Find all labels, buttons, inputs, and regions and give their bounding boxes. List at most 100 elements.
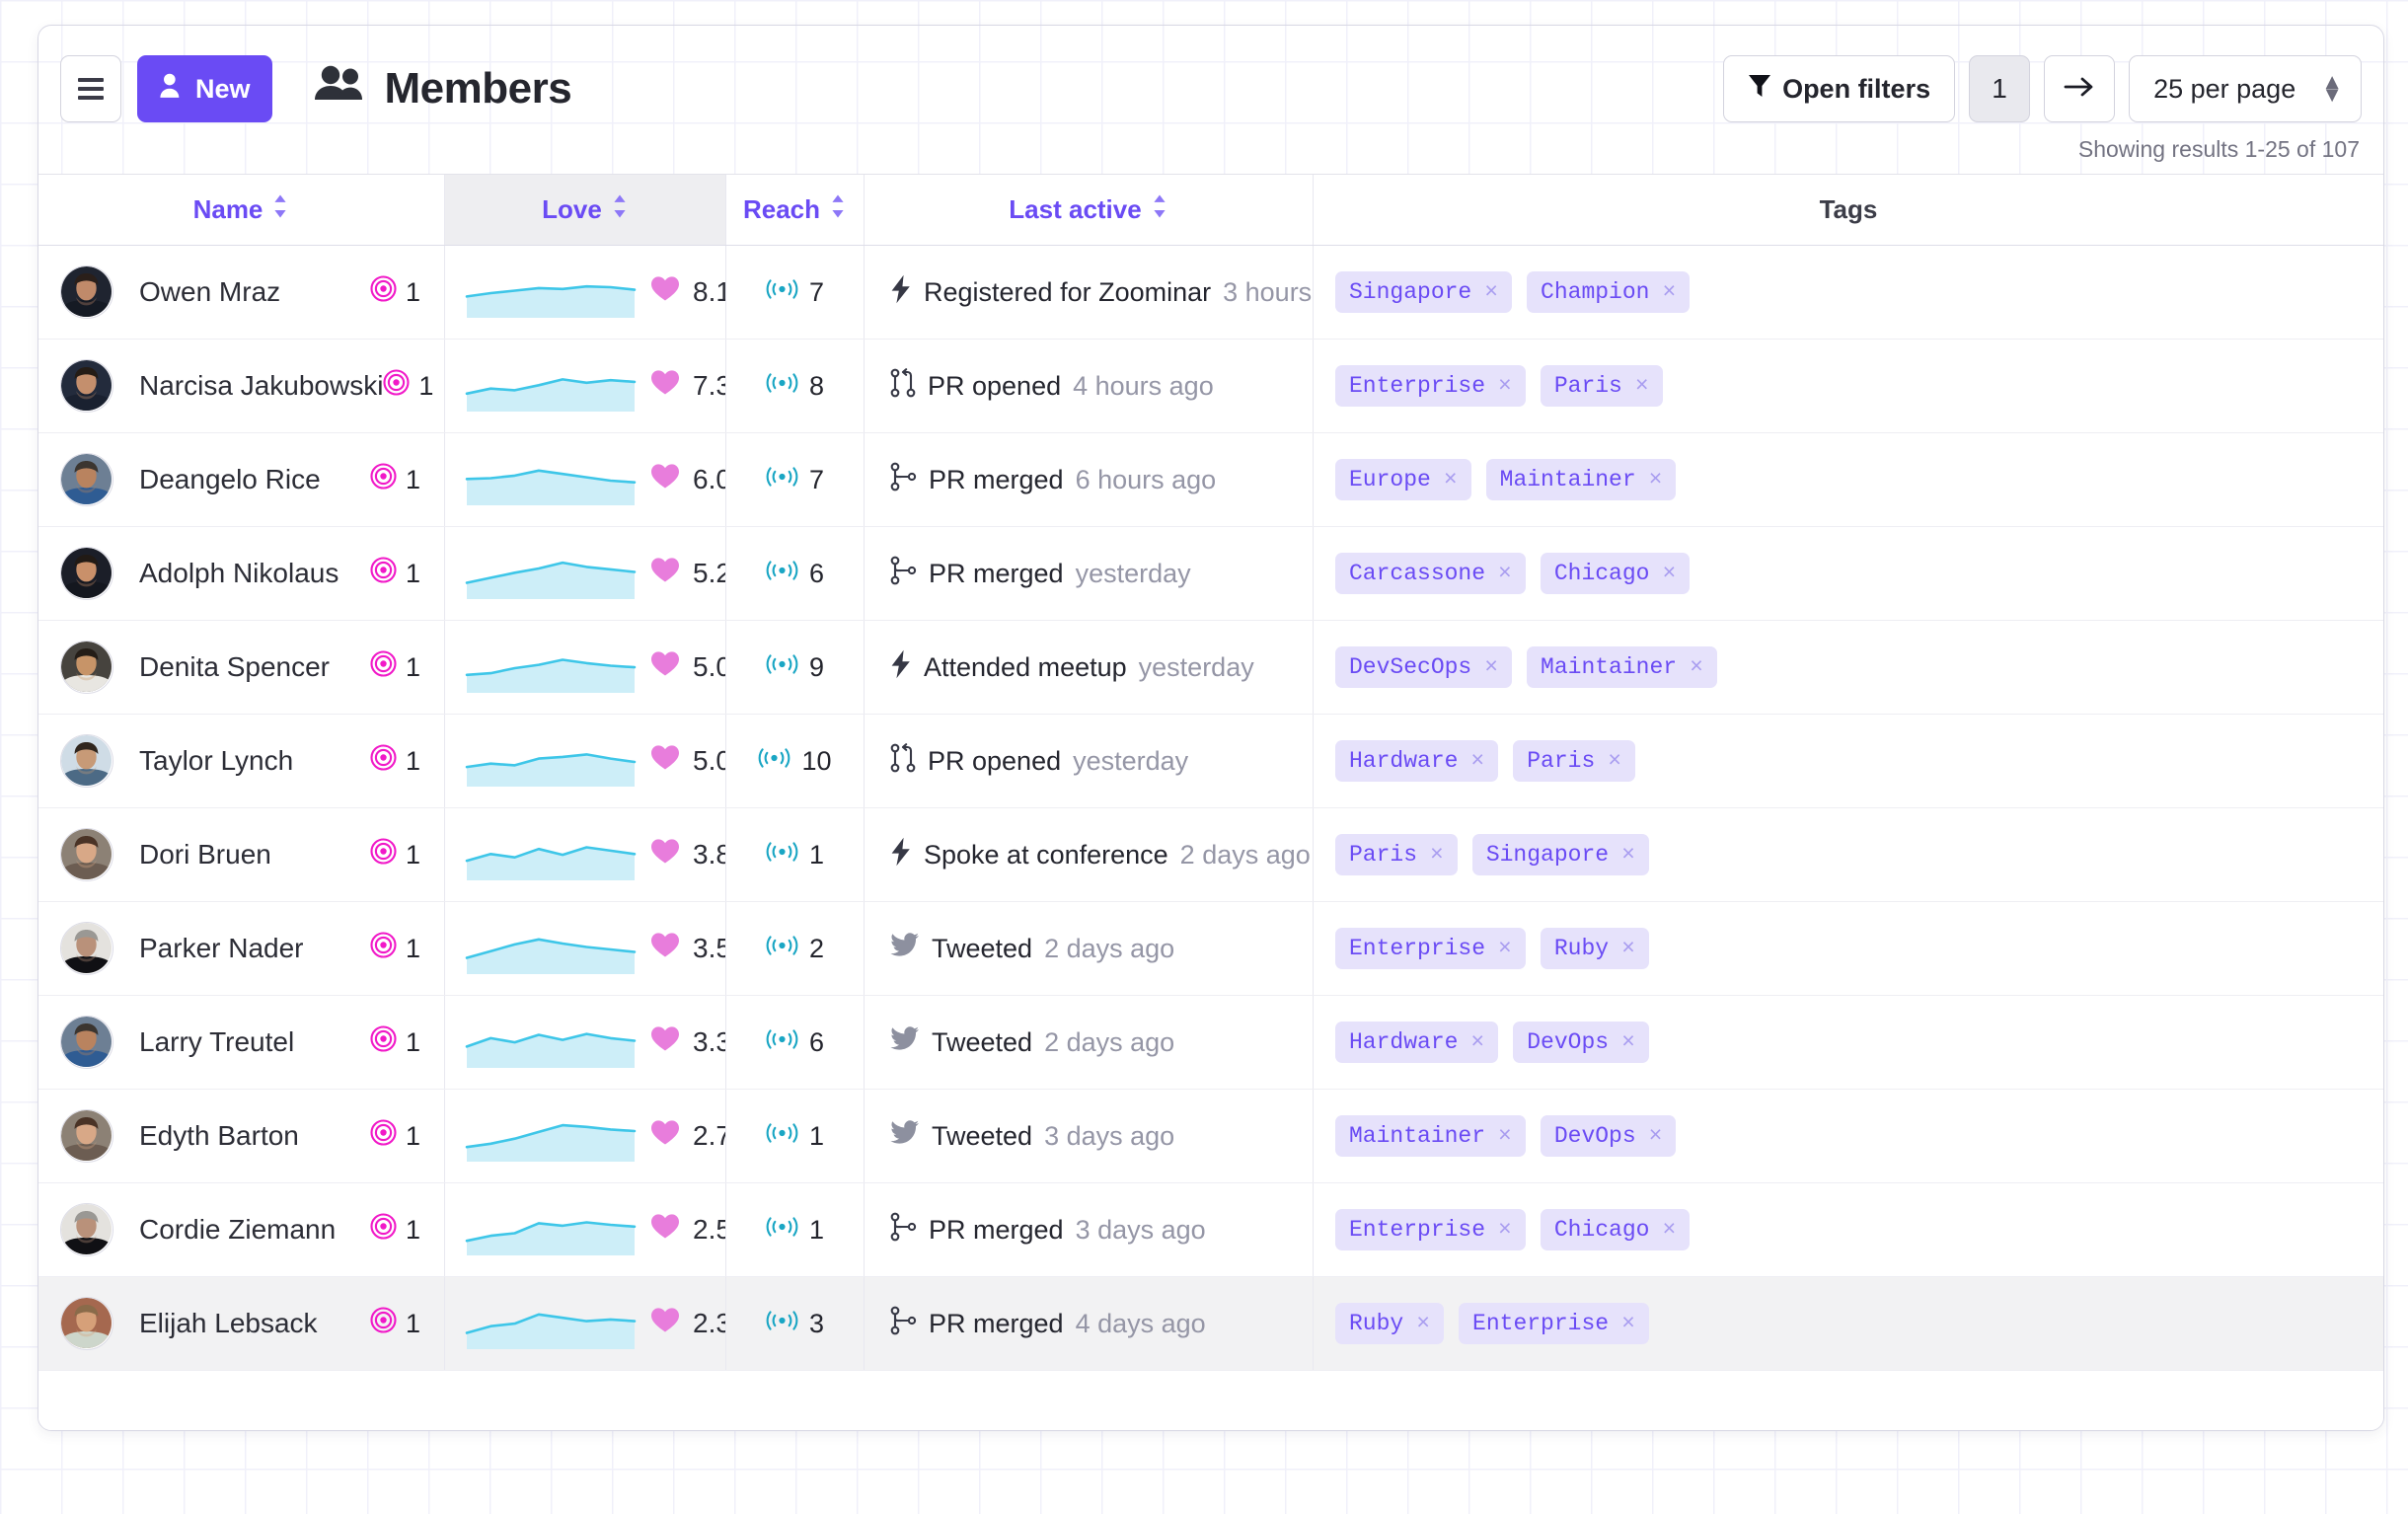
git-merge-icon bbox=[890, 462, 917, 498]
tag-remove-icon[interactable]: × bbox=[1649, 467, 1663, 492]
column-header-reach[interactable]: Reach bbox=[726, 175, 865, 245]
tag-label: Singapore bbox=[1485, 842, 1610, 868]
tag-pill[interactable]: Maintainer × bbox=[1485, 459, 1677, 500]
next-page-button[interactable] bbox=[2044, 55, 2116, 122]
tag-pill[interactable]: Maintainer × bbox=[1527, 646, 1717, 688]
tag-pill[interactable]: Ruby × bbox=[1540, 928, 1649, 969]
activity-label: Tweeted bbox=[932, 1026, 1033, 1057]
tag-remove-icon[interactable]: × bbox=[1662, 1217, 1676, 1243]
targets-count: 1 bbox=[405, 464, 420, 494]
hamburger-menu-button[interactable] bbox=[60, 55, 121, 122]
tag-pill[interactable]: Enterprise × bbox=[1335, 928, 1526, 969]
tag-remove-icon[interactable]: × bbox=[1470, 748, 1484, 774]
tag-remove-icon[interactable]: × bbox=[1498, 373, 1512, 399]
tag-remove-icon[interactable]: × bbox=[1484, 654, 1498, 680]
new-member-button[interactable]: New bbox=[137, 55, 272, 122]
love-score: 6.0 bbox=[693, 464, 725, 494]
column-header-name[interactable]: Name bbox=[38, 175, 445, 245]
targets-group: 1 bbox=[370, 932, 420, 965]
tag-remove-icon[interactable]: × bbox=[1416, 1311, 1430, 1336]
member-name: Deangelo Rice bbox=[139, 464, 321, 494]
tag-pill[interactable]: Chicago × bbox=[1540, 1209, 1691, 1250]
tag-remove-icon[interactable]: × bbox=[1621, 842, 1635, 868]
tag-remove-icon[interactable]: × bbox=[1649, 1123, 1663, 1149]
column-header-love[interactable]: Love bbox=[445, 175, 726, 245]
tag-remove-icon[interactable]: × bbox=[1635, 373, 1649, 399]
tag-pill[interactable]: Enterprise × bbox=[1335, 365, 1526, 407]
activity-time: yesterday bbox=[1075, 558, 1191, 588]
tag-pill[interactable]: Paris × bbox=[1540, 365, 1663, 407]
love-sparkline bbox=[465, 263, 637, 323]
table-row[interactable]: Elijah Lebsack 1 2. 3 PR merged 4 days a… bbox=[38, 1277, 2383, 1371]
activity-label: Registered for Zoominar bbox=[924, 276, 1212, 307]
tag-remove-icon[interactable]: × bbox=[1498, 1123, 1512, 1149]
love-cell: 5.2 bbox=[445, 527, 726, 620]
table-row[interactable]: Cordie Ziemann 1 2.5 bbox=[38, 1183, 2383, 1277]
table-row[interactable]: Edyth Barton 1 2.7 bbox=[38, 1090, 2383, 1183]
love-cell: 2.3 bbox=[445, 1277, 726, 1370]
tag-remove-icon[interactable]: × bbox=[1498, 936, 1512, 961]
last-active-cell: Registered for Zoominar 3 hours ago bbox=[865, 246, 1314, 339]
member-name-cell: Cordie Ziemann 1 bbox=[38, 1183, 445, 1276]
tag-remove-icon[interactable]: × bbox=[1608, 748, 1621, 774]
column-header-last-active[interactable]: Last active bbox=[865, 175, 1314, 245]
tag-remove-icon[interactable]: × bbox=[1470, 1029, 1484, 1055]
tag-pill[interactable]: Maintainer × bbox=[1335, 1115, 1526, 1157]
table-row[interactable]: Adolph Nikolaus 1 5.2 bbox=[38, 527, 2383, 621]
tag-pill[interactable]: Singapore × bbox=[1471, 834, 1649, 875]
tag-pill[interactable]: DevOps × bbox=[1540, 1115, 1677, 1157]
tag-remove-icon[interactable]: × bbox=[1444, 467, 1458, 492]
tag-remove-icon[interactable]: × bbox=[1498, 561, 1512, 586]
table-row[interactable]: Dori Bruen 1 3.8 bbox=[38, 808, 2383, 902]
tag-pill[interactable]: Carcassone × bbox=[1335, 553, 1526, 594]
tag-remove-icon[interactable]: × bbox=[1662, 279, 1676, 305]
tag-label: Hardware bbox=[1349, 1029, 1459, 1055]
page-number-indicator[interactable]: 1 bbox=[1969, 55, 2031, 122]
table-row[interactable]: Taylor Lynch 1 5.0 bbox=[38, 715, 2383, 808]
tag-remove-icon[interactable]: × bbox=[1430, 842, 1444, 868]
table-row[interactable]: Narcisa Jakubowski 1 7.3 bbox=[38, 340, 2383, 433]
member-identity: Parker Nader bbox=[60, 922, 304, 975]
table-header-row: Name Love Reach Last active Tags bbox=[38, 175, 2383, 246]
tag-remove-icon[interactable]: × bbox=[1498, 1217, 1512, 1243]
tag-pill[interactable]: Ruby × bbox=[1335, 1303, 1445, 1344]
tag-pill[interactable]: Paris × bbox=[1335, 834, 1458, 875]
tag-pill[interactable]: DevOps × bbox=[1513, 1022, 1649, 1063]
activity-label: Attended meetup bbox=[924, 651, 1127, 682]
table-row[interactable]: Deangelo Rice 1 6.0 bbox=[38, 433, 2383, 527]
tag-remove-icon[interactable]: × bbox=[1484, 279, 1498, 305]
table-row[interactable]: Owen Mraz 1 8.1 bbox=[38, 246, 2383, 340]
tag-remove-icon[interactable]: × bbox=[1662, 561, 1676, 586]
tag-pill[interactable]: DevSecOps × bbox=[1335, 646, 1513, 688]
activity-time: 2 days ago bbox=[1044, 1026, 1175, 1057]
tag-pill[interactable]: Enterprise × bbox=[1335, 1209, 1526, 1250]
tag-remove-icon[interactable]: × bbox=[1621, 936, 1635, 961]
per-page-select[interactable]: 25 per page ▲ ▼ bbox=[2129, 55, 2362, 122]
reach-score: 1 bbox=[808, 839, 825, 870]
heart-icon bbox=[650, 557, 680, 590]
tag-pill[interactable]: Chicago × bbox=[1540, 553, 1691, 594]
tag-pill[interactable]: Enterprise × bbox=[1459, 1303, 1649, 1344]
git-merge-icon bbox=[890, 1306, 917, 1342]
table-row[interactable]: Larry Treutel 1 3.3 bbox=[38, 996, 2383, 1090]
page-title: Members bbox=[314, 64, 572, 114]
members-icon bbox=[314, 64, 367, 114]
tag-pill[interactable]: Champion × bbox=[1527, 271, 1691, 313]
love-cell: 3.8 bbox=[445, 808, 726, 901]
tag-pill[interactable]: Europe × bbox=[1335, 459, 1471, 500]
tag-remove-icon[interactable]: × bbox=[1690, 654, 1703, 680]
tag-pill[interactable]: Hardware × bbox=[1335, 1022, 1499, 1063]
tag-pill[interactable]: Singapore × bbox=[1335, 271, 1513, 313]
love-score-group: 2.7 bbox=[650, 1119, 725, 1153]
table-row[interactable]: Denita Spencer 1 5.0 bbox=[38, 621, 2383, 715]
reach-icon bbox=[766, 1027, 798, 1058]
activity-label: PR merged bbox=[929, 464, 1064, 494]
reach-icon bbox=[766, 1215, 798, 1246]
tag-remove-icon[interactable]: × bbox=[1621, 1311, 1635, 1336]
tag-pill[interactable]: Paris × bbox=[1513, 740, 1636, 782]
tag-pill[interactable]: Hardware × bbox=[1335, 740, 1499, 782]
table-row[interactable]: Parker Nader 1 3.5 bbox=[38, 902, 2383, 996]
reach-icon bbox=[766, 277, 798, 308]
tag-remove-icon[interactable]: × bbox=[1621, 1029, 1635, 1055]
open-filters-button[interactable]: Open filters bbox=[1723, 55, 1956, 122]
